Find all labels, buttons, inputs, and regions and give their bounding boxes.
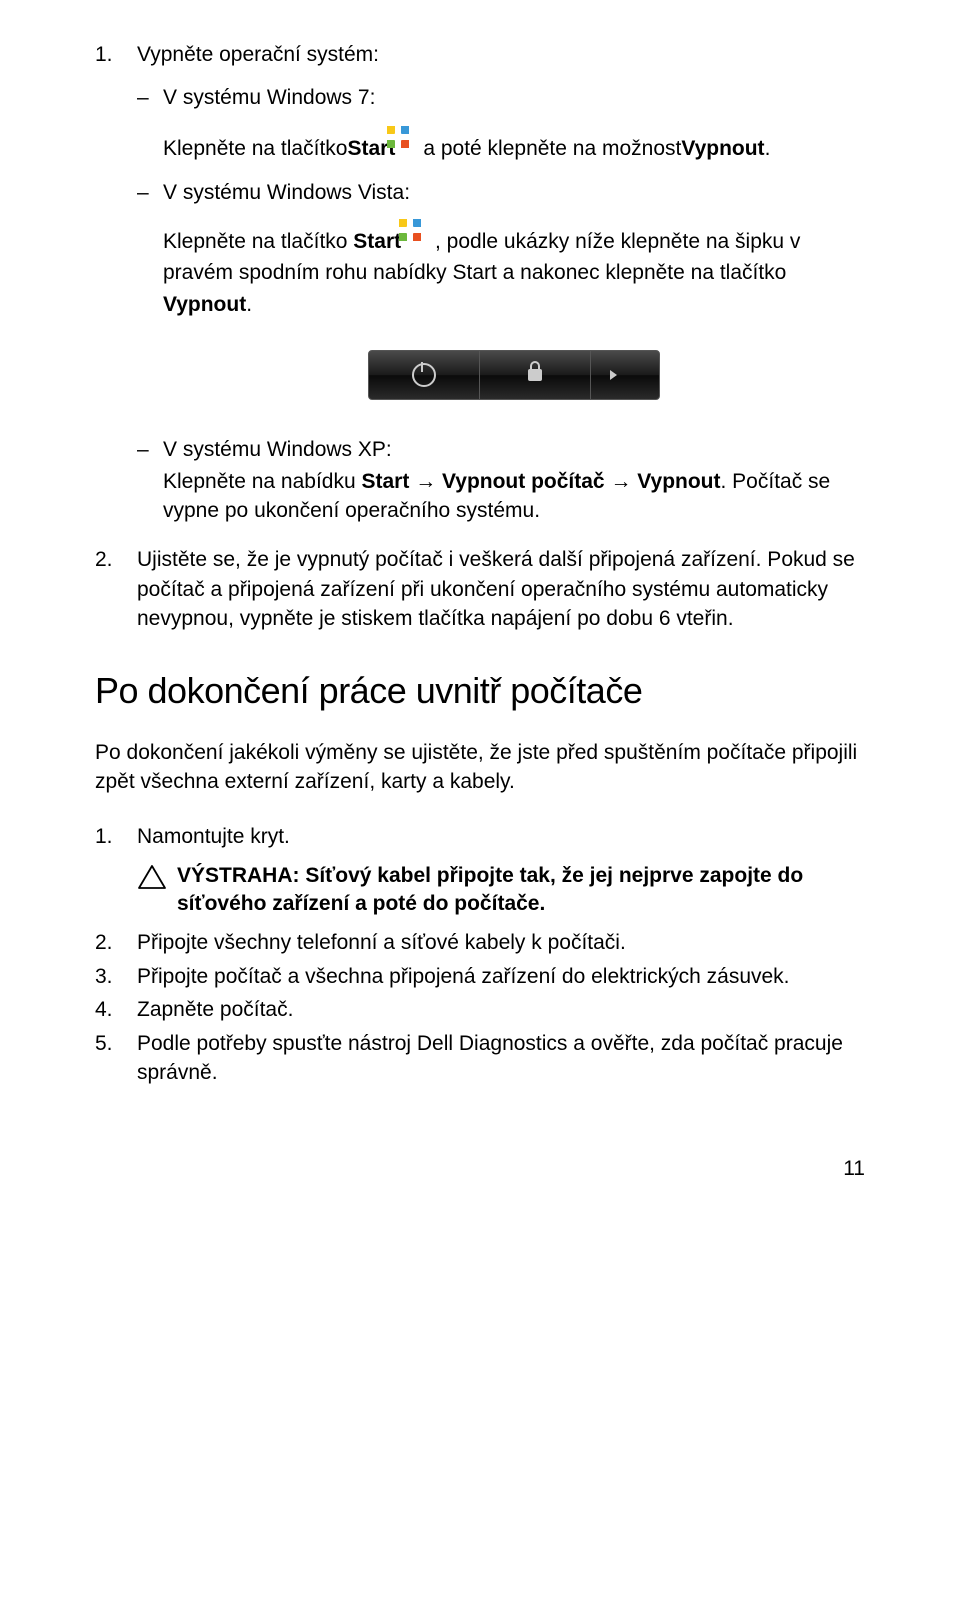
step-text: Připojte počítač a všechna připojená zař… (137, 962, 865, 991)
dash: – (137, 83, 163, 164)
power-icon (412, 363, 436, 387)
vista-power-button (369, 351, 480, 399)
text: Klepněte na tlačítko (163, 133, 347, 165)
arrow: → (605, 470, 638, 493)
vypnout-pc-bold: Vypnout počítač (442, 470, 605, 493)
xp-instruction: Klepněte na nabídku Start → Vypnout počí… (163, 467, 865, 526)
start-bold: Start (353, 230, 401, 253)
xp-label: V systému Windows XP: (163, 435, 865, 464)
vista-lock-button (480, 351, 591, 399)
step-text: Zapněte počítač. (137, 995, 865, 1024)
vypnout-bold: Vypnout (681, 133, 764, 165)
win7-instruction: Klepněte na tlačítko Start a poté klepně… (163, 133, 865, 165)
start-orb-icon (410, 230, 432, 252)
vista-shutdown-bar (163, 350, 865, 400)
text: Klepněte na nabídku (163, 470, 362, 493)
text: . (765, 133, 771, 165)
caution-triangle-icon (137, 862, 177, 919)
text: a poté klepněte na možnost (423, 133, 681, 165)
text: Klepněte na tlačítko (163, 230, 353, 253)
sub-vista: – V systému Windows Vista: Klepněte na t… (137, 178, 865, 425)
step-number: 1. (95, 822, 137, 851)
dash: – (137, 435, 163, 525)
step-b4: 4. Zapněte počítač. (95, 995, 865, 1024)
warning-text: VÝSTRAHA: Síťový kabel připojte tak, že … (177, 862, 865, 919)
start-bold: Start (347, 133, 395, 165)
chevron-right-icon (610, 370, 617, 380)
lock-icon (528, 369, 542, 381)
vypnout-bold: Vypnout (163, 293, 246, 316)
step-number: 5. (95, 1029, 137, 1088)
sub-xp: – V systému Windows XP: Klepněte na nabí… (137, 435, 865, 525)
start-bold: Start (362, 470, 410, 493)
vista-label: V systému Windows Vista: (163, 178, 865, 207)
win7-label: V systému Windows 7: (163, 83, 865, 112)
page-number: 11 (95, 1157, 865, 1181)
step-number: 4. (95, 995, 137, 1024)
dash: – (137, 178, 163, 425)
step-b3: 3. Připojte počítač a všechna připojená … (95, 962, 865, 991)
text: . (246, 293, 252, 316)
step-b1: 1. Namontujte kryt. (95, 822, 865, 851)
step-1: 1. Vypněte operační systém: – V systému … (95, 40, 865, 535)
step-1-title: Vypněte operační systém: (137, 40, 865, 69)
step-number: 3. (95, 962, 137, 991)
warning-block: VÝSTRAHA: Síťový kabel připojte tak, že … (95, 862, 865, 919)
step-number: 1. (95, 40, 137, 535)
section-heading: Po dokončení práce uvnitř počítače (95, 670, 865, 712)
step-2-text: Ujistěte se, že je vypnutý počítač i veš… (137, 545, 865, 633)
vista-arrow-button (591, 351, 636, 399)
step-number: 2. (95, 928, 137, 957)
step-b5: 5. Podle potřeby spusťte nástroj Dell Di… (95, 1029, 865, 1088)
step-text: Připojte všechny telefonní a síťové kabe… (137, 928, 865, 957)
start-orb-icon (398, 137, 420, 159)
step-text: Namontujte kryt. (137, 822, 865, 851)
sub-win7: – V systému Windows 7: Klepněte na tlačí… (137, 83, 865, 164)
step-text: Podle potřeby spusťte nástroj Dell Diagn… (137, 1029, 865, 1088)
step-number: 2. (95, 545, 137, 633)
intro-paragraph: Po dokončení jakékoli výměny se ujistěte… (95, 738, 865, 797)
vypnout-bold: Vypnout (637, 470, 720, 493)
step-b2: 2. Připojte všechny telefonní a síťové k… (95, 928, 865, 957)
step-2: 2. Ujistěte se, že je vypnutý počítač i … (95, 545, 865, 633)
vista-instruction: Klepněte na tlačítko Start , podle ukázk… (163, 226, 865, 321)
arrow: → (409, 470, 442, 493)
